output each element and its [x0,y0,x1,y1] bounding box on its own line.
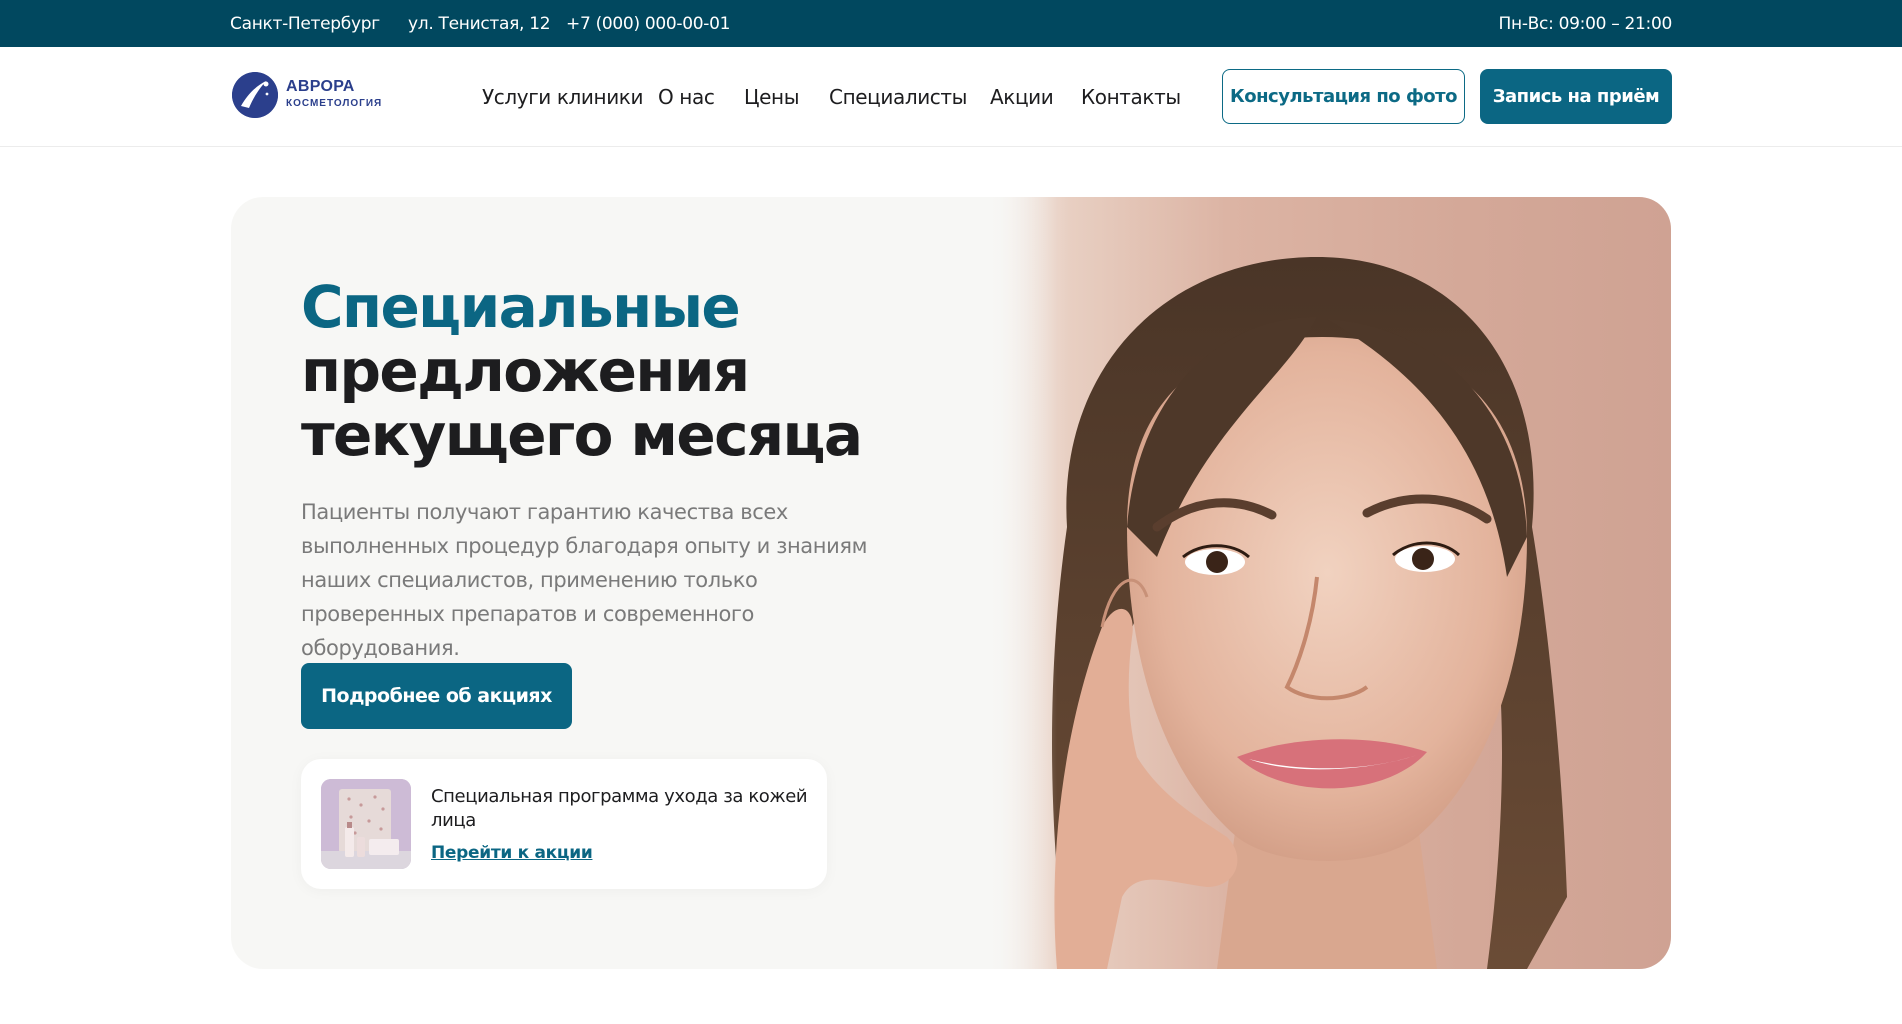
promo-card-link[interactable]: Перейти к акции [431,843,593,863]
hero-model-photo [987,197,1671,969]
hero-title-line-2: предложения [301,337,750,405]
hero-title-accent: Специальные [301,273,741,341]
promo-thumbnail-image [321,779,411,869]
site-header: АВРОРА КОСМЕТОЛОГИЯ Услуги клиники О нас… [0,47,1902,147]
promos-details-button[interactable]: Подробнее об акциях [301,663,572,729]
nav-item-about[interactable]: О нас [658,85,715,109]
nav-item-services[interactable]: Услуги клиники [482,85,643,109]
top-info-bar: Санкт-Петербург ул. Тенистая, 12 +7 (000… [0,0,1902,47]
nav-item-specialists[interactable]: Специалисты [829,85,967,109]
nav-item-contacts[interactable]: Контакты [1081,85,1181,109]
hero-title-line-3: текущего месяца [301,401,863,469]
logo-name: АВРОРА [286,78,355,95]
logo-icon [232,72,278,118]
logo[interactable]: АВРОРА КОСМЕТОЛОГИЯ [232,72,392,120]
nav-item-prices[interactable]: Цены [744,85,800,109]
photo-consultation-button[interactable]: Консультация по фото [1222,69,1465,124]
appointment-button[interactable]: Запись на приём [1480,69,1672,124]
hero-section: Специальные предложения текущего месяца … [231,197,1671,969]
nav-item-promos[interactable]: Акции [990,85,1054,109]
working-hours: Пн-Вс: 09:00 – 21:00 [1498,14,1673,34]
phone-link[interactable]: +7 (000) 000-00-01 [566,14,730,34]
city-label[interactable]: Санкт-Петербург [230,14,380,34]
hero-title: Специальные предложения текущего месяца [301,275,921,467]
logo-subtitle: КОСМЕТОЛОГИЯ [286,98,383,109]
promo-card-title: Специальная программа ухода за кожей лиц… [431,786,808,831]
hero-description: Пациенты получают гарантию качества всех… [301,500,868,660]
promo-card[interactable]: Специальная программа ухода за кожей лиц… [301,759,827,889]
address-label[interactable]: ул. Тенистая, 12 [408,14,551,34]
